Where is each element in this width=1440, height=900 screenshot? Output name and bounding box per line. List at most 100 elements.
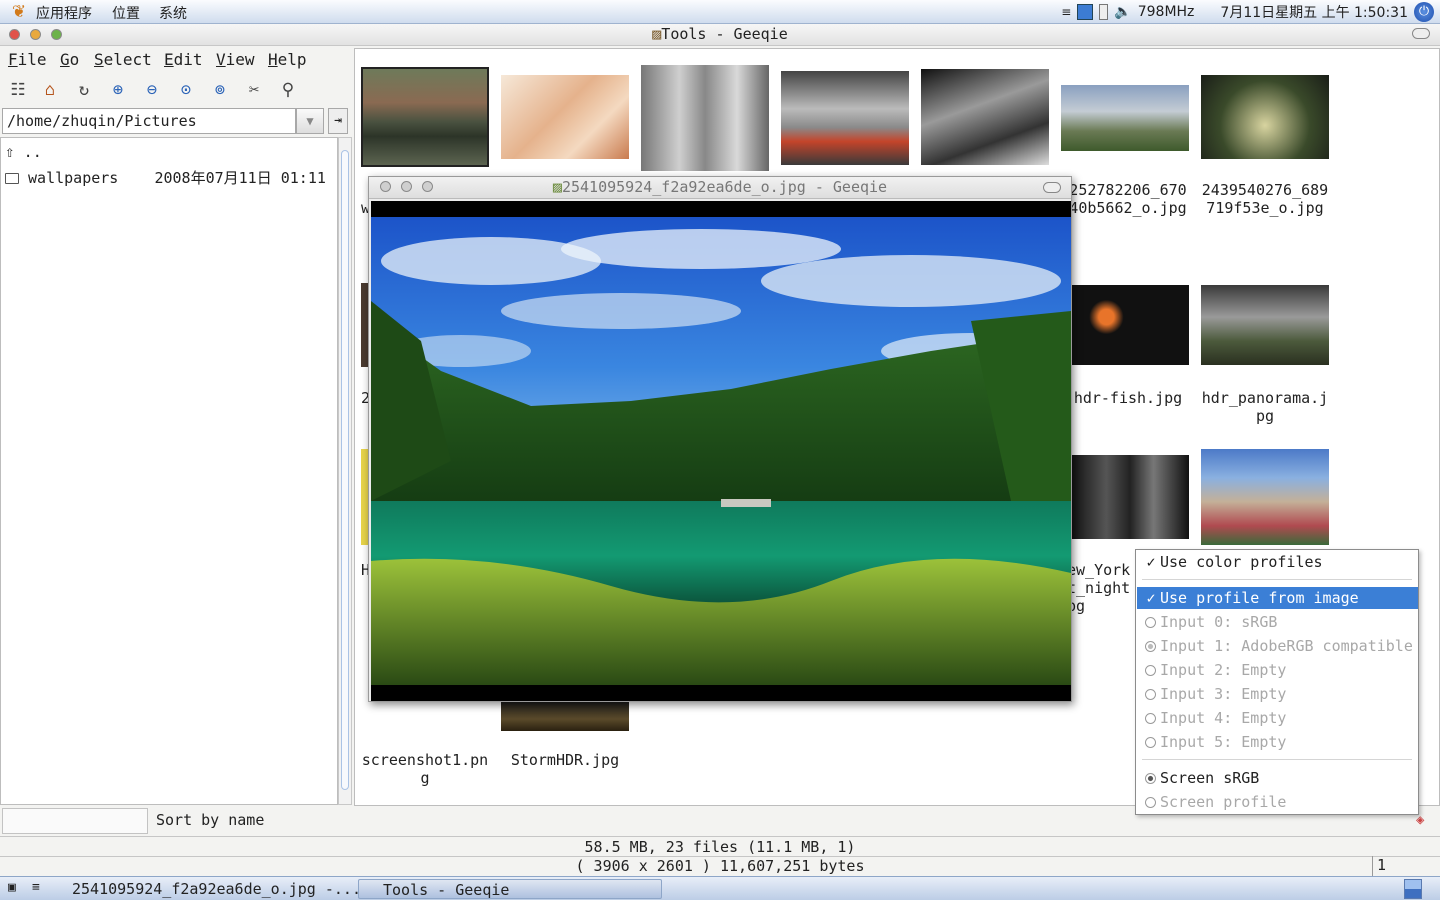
- status-zoom[interactable]: 1 :~5.6: [1372, 856, 1440, 892]
- thumbnail[interactable]: [781, 71, 909, 165]
- menu-item-use-profile-from-image[interactable]: ✓ Use profile from image: [1137, 587, 1418, 609]
- scrollbar-thumb[interactable]: [341, 150, 349, 790]
- gnome-foot-icon[interactable]: ❦: [8, 2, 30, 22]
- thumbnail[interactable]: [361, 67, 489, 167]
- menu-places[interactable]: 位置: [112, 3, 140, 23]
- shade-button[interactable]: [1412, 28, 1430, 39]
- status-collection-info: 58.5 MB, 23 files (11.1 MB, 1): [0, 836, 1440, 856]
- viewer-image[interactable]: [371, 201, 1071, 701]
- workspace-switcher[interactable]: [1404, 879, 1422, 899]
- thumbnail[interactable]: [1201, 75, 1329, 159]
- path-go-button[interactable]: ⇥: [328, 108, 348, 134]
- color-profile-menu: ✓ Use color profiles ✓ Use profile from im…: [1135, 549, 1419, 815]
- sort-menu[interactable]: Sort by name: [156, 811, 264, 829]
- chevron-down-icon: ▼: [306, 114, 314, 128]
- menu-select[interactable]: Select: [94, 50, 152, 69]
- thumbnail-label: ew_York t_night pg: [1067, 561, 1131, 615]
- list-item[interactable]: wallpapers 2008年07月11日 01:11: [5, 167, 326, 188]
- clipboard-icon[interactable]: ≡: [1061, 5, 1071, 19]
- thumbnail[interactable]: [921, 69, 1049, 165]
- thumbnail[interactable]: [1201, 449, 1329, 545]
- thumbnail[interactable]: [1061, 85, 1189, 151]
- check-icon: ✓: [1146, 553, 1156, 571]
- menu-item-input-3[interactable]: Input 3: Empty: [1142, 683, 1412, 705]
- menu-item-input-1[interactable]: Input 1: AdobeRGB compatible: [1142, 635, 1413, 657]
- path-history-dropdown[interactable]: ▼: [296, 108, 324, 134]
- menu-item-screen-srgb[interactable]: Screen sRGB: [1142, 767, 1412, 789]
- tools-icon[interactable]: ✂: [242, 78, 266, 102]
- viewer-titlebar[interactable]: ▨2541095924_f2a92ea6de_o.jpg - Geeqie: [369, 177, 1071, 199]
- thumbnail-label: 252782206_670 40b5662_o.jpg: [1069, 181, 1187, 217]
- menu-help[interactable]: Help: [268, 50, 307, 69]
- thumbnail[interactable]: [641, 65, 769, 171]
- menu-item-use-color-profiles[interactable]: ✓ Use color profiles: [1142, 551, 1412, 573]
- cpu-frequency[interactable]: 798MHz: [1138, 4, 1195, 20]
- home-icon[interactable]: ⌂: [38, 78, 62, 102]
- radio-icon: [1144, 713, 1156, 724]
- menu-file[interactable]: File: [8, 50, 47, 69]
- zoom-100-icon[interactable]: ⊚: [208, 78, 232, 102]
- menu-item-input-4[interactable]: Input 4: Empty: [1142, 707, 1412, 729]
- thumbnail[interactable]: [1071, 455, 1189, 539]
- menu-go[interactable]: Go: [60, 50, 79, 69]
- app-icon: ▨: [552, 178, 562, 196]
- radio-icon: [1144, 665, 1156, 676]
- thumbnail[interactable]: [501, 701, 629, 731]
- directory-scrollbar[interactable]: [338, 137, 352, 805]
- radio-icon: [1144, 797, 1156, 808]
- filter-input[interactable]: [2, 808, 148, 834]
- thumbnail-label: hdr_panorama.j pg: [1201, 389, 1329, 425]
- thumbnail[interactable]: [1071, 285, 1189, 365]
- power-icon[interactable]: ⏻: [1414, 2, 1434, 22]
- menu-applications[interactable]: 应用程序: [36, 3, 92, 23]
- system-tray: ≡ 🔈 798MHz 7月11日星期五 上午 1:50:31 ⏻: [1061, 0, 1440, 24]
- thumbnail-label: screenshot1.pn g: [361, 751, 489, 787]
- window-list-icon[interactable]: ≡: [32, 880, 40, 895]
- pin-icon[interactable]: ⚲: [276, 78, 300, 102]
- directory-list[interactable]: ⇧ .. wallpapers 2008年07月11日 01:11: [0, 137, 338, 805]
- radio-icon: [1144, 689, 1156, 700]
- top-panel: ❦ 应用程序 位置 系统 ≡ 🔈 798MHz 7月11日星期五 上午 1:50…: [0, 0, 1440, 24]
- taskbar-item-active[interactable]: Tools - Geeqie: [358, 879, 662, 899]
- taskbar-item[interactable]: 2541095924_f2a92ea6de_o.jpg -...: [48, 879, 361, 899]
- menu-system[interactable]: 系统: [159, 3, 187, 23]
- image-viewer-window[interactable]: ▨2541095924_f2a92ea6de_o.jpg - Geeqie: [368, 176, 1072, 702]
- window-title: ▨Tools - Geeqie: [652, 25, 788, 43]
- battery-icon[interactable]: [1099, 4, 1109, 20]
- app-icon: ▨: [652, 25, 662, 43]
- thumbnail-label: hdr-fish.jpg: [1073, 389, 1183, 407]
- thumbnail[interactable]: [1201, 285, 1329, 365]
- main-window-titlebar[interactable]: ▨Tools - Geeqie: [0, 24, 1440, 46]
- list-item[interactable]: ⇧ ..: [5, 142, 42, 161]
- menu-view[interactable]: View: [216, 50, 255, 69]
- arrow-right-icon: ⇥: [334, 113, 342, 128]
- zoom-fit-icon[interactable]: ⊙: [174, 78, 198, 102]
- menu-item-input-0[interactable]: Input 0: sRGB: [1142, 611, 1412, 633]
- radio-selected-icon: [1144, 773, 1156, 784]
- menu-item-input-2[interactable]: Input 2: Empty: [1142, 659, 1412, 681]
- zoom-in-icon[interactable]: ⊕: [106, 78, 130, 102]
- folder-icon: [5, 173, 19, 184]
- network-icon[interactable]: [1077, 4, 1094, 20]
- radio-selected-icon: [1144, 641, 1156, 652]
- zoom-out-icon[interactable]: ⊖: [140, 78, 164, 102]
- list-view-icon[interactable]: ☷: [6, 78, 30, 102]
- thumbnail[interactable]: [501, 75, 629, 159]
- menu-item-screen-profile[interactable]: Screen profile: [1142, 791, 1412, 813]
- viewer-title: ▨2541095924_f2a92ea6de_o.jpg - Geeqie: [552, 178, 888, 196]
- thumbnail-label: StormHDR.jpg: [510, 751, 620, 769]
- radio-icon: [1144, 617, 1156, 628]
- menubar: File Go Select Edit View Help: [0, 46, 352, 72]
- taskbar: ▣ ≡ 2541095924_f2a92ea6de_o.jpg -... Too…: [0, 876, 1440, 900]
- menu-edit[interactable]: Edit: [164, 50, 203, 69]
- radio-icon: [1144, 737, 1156, 748]
- status-image-info: ( 3906 x 2601 ) 11,607,251 bytes: [0, 856, 1440, 876]
- volume-icon[interactable]: 🔈: [1114, 4, 1131, 20]
- path-input[interactable]: /home/zhuqin/Pictures: [2, 108, 296, 134]
- refresh-icon[interactable]: ↻: [72, 78, 96, 102]
- up-arrow-icon: ⇧: [5, 142, 15, 161]
- show-desktop-icon[interactable]: ▣: [8, 880, 16, 895]
- shade-button[interactable]: [1043, 182, 1061, 193]
- menu-item-input-5[interactable]: Input 5: Empty: [1142, 731, 1412, 753]
- clock[interactable]: 7月11日星期五 上午 1:50:31: [1220, 2, 1408, 22]
